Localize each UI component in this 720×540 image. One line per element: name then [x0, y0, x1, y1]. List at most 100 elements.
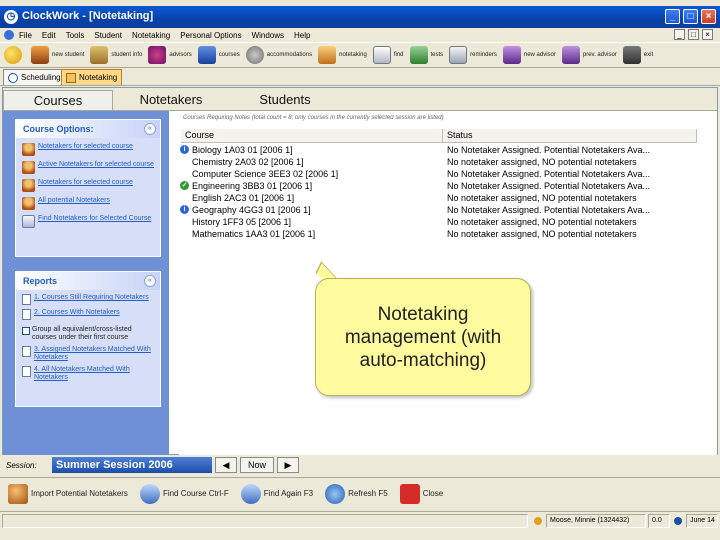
status-cell: No notetaker assigned, NO potential note…	[447, 229, 637, 239]
find-again-button[interactable]: Find Again F3	[240, 483, 314, 504]
task-notetakers-for-course[interactable]: Notetakers for selected course	[22, 143, 154, 156]
find-icon	[372, 46, 391, 64]
refresh-button[interactable]: Refresh F5	[325, 483, 388, 504]
title-bar[interactable]: ◷ ClockWork - [Notetaking] _ □ ×	[0, 6, 720, 28]
find-again-icon	[240, 483, 261, 504]
user-icon	[22, 197, 35, 210]
table-row[interactable]: History 1FF3 05 [2006 1] No notetaker ass…	[181, 216, 697, 228]
course-cell: Geography 4GG3 01 [2006 1]	[192, 205, 311, 215]
reports-header[interactable]: Reports «	[16, 272, 160, 290]
menu-bar: File Edit Tools Student Notetaking Perso…	[0, 28, 720, 42]
toolbar-advisors-button[interactable]: advisors	[148, 44, 192, 66]
course-options-header[interactable]: Course Options: «	[16, 120, 160, 138]
callout-note: Notetaking management (with auto-matchin…	[315, 278, 531, 396]
action-label: Find Course Ctrl-F	[162, 489, 229, 498]
next-session-button[interactable]: ▶	[277, 457, 299, 473]
find-course-icon	[139, 483, 160, 504]
find-course-button[interactable]: Find Course Ctrl-F	[139, 483, 229, 504]
session-bar: Session: Summer Session 2006 ◀ Now ▶	[0, 455, 720, 475]
menu-notetaking[interactable]: Notetaking	[132, 31, 170, 40]
window-tab-strip: Scheduling Notetaking	[0, 68, 720, 86]
session-selector[interactable]: Summer Session 2006	[52, 457, 212, 473]
menu-personal-options[interactable]: Personal Options	[180, 31, 241, 40]
table-row[interactable]: Mathematics 1AA3 01 [2006 1] No notetaker…	[181, 228, 697, 240]
clockwork-window: ◷ ClockWork - [Notetaking] _ □ × File Ed…	[0, 0, 720, 540]
column-header-course[interactable]: Course	[181, 129, 443, 142]
report-courses-with-notetakers[interactable]: 2. Courses With Notetakers	[22, 309, 154, 320]
clock-icon	[8, 72, 18, 83]
toolbar-new-advisor-button[interactable]: new advisor	[502, 44, 556, 66]
action-label: Find Again F3	[263, 489, 314, 498]
toolbar-student-info-button[interactable]: student info	[90, 44, 142, 66]
report-assigned-notetakers[interactable]: 3. Assigned Notetakers Matched With Note…	[22, 346, 154, 362]
group-equivalent-checkbox[interactable]	[22, 327, 30, 335]
toolbar-prev-advisor-button[interactable]: prev. advisor	[561, 44, 617, 66]
status-cell: No notetaker assigned, NO potential note…	[447, 157, 637, 167]
report-label: 1. Courses Still Requiring Notetakers	[34, 294, 149, 301]
task-notetakers-selected-course[interactable]: Notetakers for selected course	[22, 179, 154, 192]
maximize-button[interactable]: □	[683, 9, 698, 24]
toolbar-accommodations-button[interactable]: accommodations	[245, 44, 312, 66]
table-row[interactable]: ✓ Engineering 3BB3 01 [2006 1] No Notetake…	[180, 180, 697, 192]
table-row[interactable]: Chemistry 2A03 02 [2006 1] No notetaker a…	[181, 156, 697, 168]
task-find-notetakers[interactable]: Find Notetakers for Selected Course	[22, 215, 154, 228]
toolbar-label: find	[393, 52, 404, 58]
status-date: June 14	[686, 514, 718, 528]
toolbar-label: exit	[643, 52, 654, 58]
status-cell: No Notetaker Assigned. Potential Notetak…	[447, 169, 650, 179]
menu-windows[interactable]: Windows	[252, 31, 284, 40]
accommodations-icon	[245, 46, 264, 64]
action-bar: Import Potential Notetakers Find Course …	[0, 477, 720, 509]
tab-scheduling[interactable]: Scheduling	[3, 69, 66, 85]
toolbar-tests-button[interactable]: tests	[409, 44, 443, 66]
minimize-button[interactable]: _	[665, 9, 680, 24]
new-advisor-icon	[502, 46, 521, 64]
close-window-button[interactable]: ×	[701, 9, 716, 24]
toolbar-exit-button[interactable]: exit	[622, 44, 654, 66]
import-notetakers-button[interactable]: Import Potential Notetakers	[8, 483, 128, 504]
table-row[interactable]: English 2AC3 01 [2006 1] No notetaker ass…	[181, 192, 697, 204]
toolbar-reminders-button[interactable]: reminders	[449, 44, 497, 66]
tab-notetaking[interactable]: Notetaking	[61, 69, 123, 85]
close-button[interactable]: Close	[399, 483, 444, 504]
report-icon	[22, 309, 31, 320]
column-header-status[interactable]: Status	[443, 129, 697, 142]
toolbar-clock-button[interactable]	[4, 44, 25, 66]
report-all-notetakers[interactable]: 4. All Notetakers Matched With Notetaker…	[22, 366, 154, 382]
tab-students[interactable]: Students	[229, 90, 341, 110]
exit-icon	[622, 46, 641, 64]
mdi-minimize-button[interactable]: _	[674, 29, 685, 40]
menu-edit[interactable]: Edit	[42, 31, 56, 40]
previous-session-button[interactable]: ◀	[215, 457, 237, 473]
group-equivalent-checkbox-row[interactable]: Group all equivalent/cross-listed course…	[22, 326, 154, 342]
task-all-potential-notetakers[interactable]: All potential Notetakers	[22, 197, 154, 210]
menu-tools[interactable]: Tools	[66, 31, 85, 40]
toolbar-find-button[interactable]: find	[372, 44, 404, 66]
menu-student[interactable]: Student	[94, 31, 122, 40]
table-row[interactable]: i Geography 4GG3 01 [2006 1] No Notetaker …	[180, 204, 697, 216]
check-status-icon: ✓	[180, 181, 189, 190]
tab-courses[interactable]: Courses	[3, 90, 113, 110]
task-pane: Course Options: « Notetakers for selecte…	[3, 111, 169, 455]
menu-file[interactable]: File	[19, 31, 32, 40]
toolbar-new-student-button[interactable]: new student	[31, 44, 84, 66]
toolbar-notetaking-button[interactable]: notetaking	[318, 44, 367, 66]
collapse-chevron-icon[interactable]: «	[144, 275, 156, 287]
mdi-close-button[interactable]: ×	[702, 29, 713, 40]
report-courses-requiring[interactable]: 1. Courses Still Requiring Notetakers	[22, 294, 154, 305]
menu-help[interactable]: Help	[294, 31, 310, 40]
status-clock-icon	[674, 517, 682, 525]
toolbar-label: new student	[52, 52, 85, 58]
current-session-button[interactable]: Now	[240, 457, 274, 473]
document-menu-icon[interactable]	[4, 30, 14, 40]
table-row[interactable]: i Biology 1A03 01 [2006 1] No Notetaker As…	[180, 144, 697, 156]
mdi-restore-button[interactable]: □	[688, 29, 699, 40]
tab-notetakers[interactable]: Notetakers	[115, 90, 227, 110]
task-active-notetakers[interactable]: Active Notetakers for selected course	[22, 161, 154, 174]
book-icon	[22, 215, 35, 228]
action-label: Close	[422, 489, 444, 498]
toolbar-courses-button[interactable]: courses	[197, 44, 240, 66]
action-label: Import Potential Notetakers	[31, 489, 128, 498]
collapse-chevron-icon[interactable]: «	[144, 123, 156, 135]
table-row[interactable]: Computer Science 3EE3 02 [2006 1] No Note…	[181, 168, 697, 180]
